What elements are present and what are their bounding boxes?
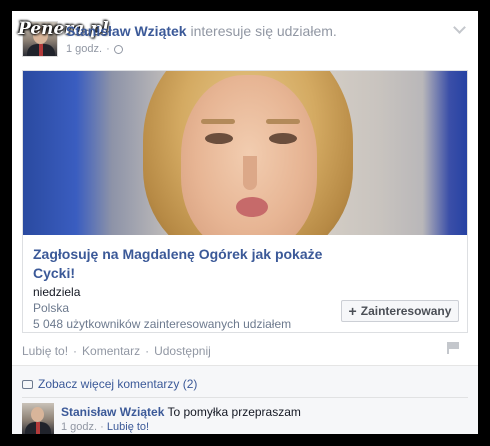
- comment-icon: [22, 379, 33, 389]
- separator: ·: [73, 344, 78, 358]
- like-link[interactable]: Lubię to!: [22, 344, 68, 358]
- more-comments-link[interactable]: Zobacz więcej komentarzy (2): [22, 377, 197, 391]
- comment-meta: 1 godz. · Lubię to!: [61, 421, 149, 433]
- comment-like-link[interactable]: Lubię to!: [107, 421, 149, 433]
- more-comments-label: Zobacz więcej komentarzy (2): [38, 377, 198, 391]
- event-place: Polska: [33, 301, 70, 315]
- separator: ·: [100, 421, 104, 433]
- event-date: niedziela: [33, 285, 81, 299]
- event-card[interactable]: Zagłosuję na Magdalenę Ogórek jak pokaże…: [22, 70, 468, 333]
- comment-link[interactable]: Komentarz: [82, 344, 140, 358]
- separator: ·: [145, 344, 150, 358]
- post-meta: 1 godz. ·: [66, 43, 123, 55]
- globe-icon[interactable]: [113, 44, 123, 54]
- facebook-post: Penera.pl Stanisław Wziątek interesuje s…: [12, 11, 478, 434]
- comments-section: Zobacz więcej komentarzy (2) Stanisław W…: [12, 365, 478, 434]
- interested-count: 5 048 użytkowników zainteresowanych udzi…: [33, 317, 292, 331]
- post-header: Stanisław Wziątek interesuje się udziałe…: [66, 23, 337, 39]
- event-title[interactable]: Zagłosuję na Magdalenę Ogórek jak pokaże…: [33, 245, 333, 283]
- comment-timestamp[interactable]: 1 godz.: [61, 421, 97, 433]
- event-photo[interactable]: [23, 71, 467, 235]
- interested-button-label: Zainteresowany: [360, 304, 452, 318]
- chevron-down-icon[interactable]: [453, 21, 466, 34]
- post-action-text: interesuje się udziałem.: [190, 23, 337, 39]
- divider: [22, 397, 468, 398]
- flag-icon[interactable]: [447, 342, 459, 354]
- author-name[interactable]: Stanisław Wziątek: [66, 23, 187, 39]
- share-link[interactable]: Udostępnij: [154, 344, 211, 358]
- comment-author-avatar[interactable]: [22, 403, 54, 434]
- separator: ·: [106, 43, 110, 55]
- post-timestamp[interactable]: 1 godz.: [66, 43, 102, 55]
- post-actions: Lubię to! · Komentarz · Udostępnij: [22, 344, 211, 358]
- plus-icon: +: [348, 303, 357, 319]
- comment-author-name[interactable]: Stanisław Wziątek: [61, 405, 164, 419]
- comment-text: To pomyłka przepraszam: [167, 405, 301, 419]
- comment: Stanisław Wziątek To pomyłka przepraszam: [61, 405, 301, 419]
- interested-button[interactable]: + Zainteresowany: [341, 300, 459, 322]
